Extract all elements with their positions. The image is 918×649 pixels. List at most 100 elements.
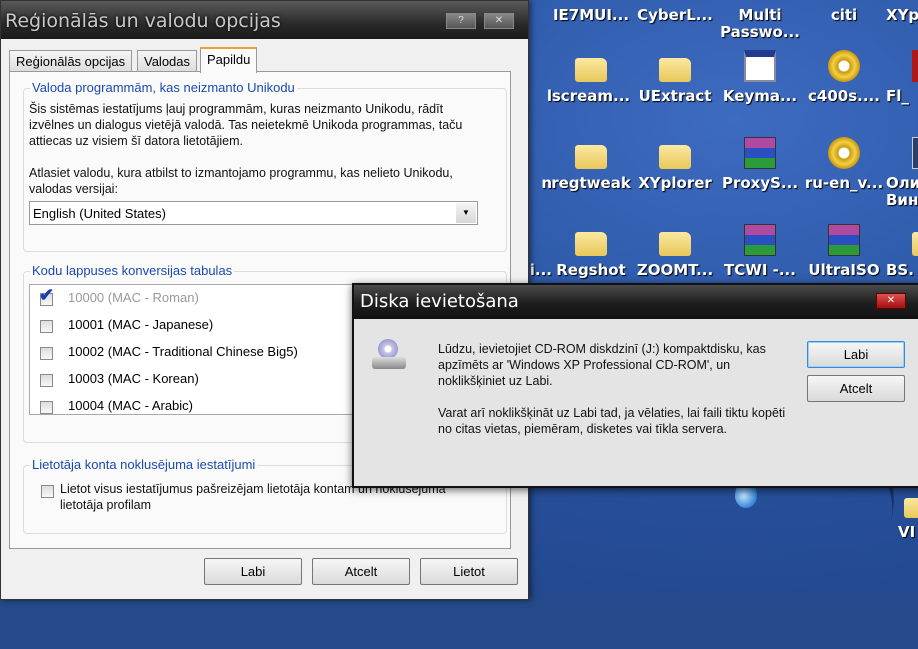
tab-advanced[interactable]: Papildu: [200, 47, 258, 73]
description-text: Šis sistēmas iestatījums ļauj programmām…: [29, 102, 463, 148]
list-item[interactable]: 10004 (MAC - Arabic): [30, 393, 350, 414]
cd-image-icon: [828, 137, 860, 169]
cancel-button[interactable]: Atcelt: [807, 375, 905, 402]
list-item[interactable]: 10001 (MAC - Japanese): [30, 312, 350, 339]
icon-label: XYp: [886, 6, 918, 24]
desktop-icon[interactable]: Multi Passwo...: [718, 7, 802, 41]
cancel-button[interactable]: Atcelt: [312, 558, 410, 585]
desktop-icon[interactable]: XYp: [886, 7, 918, 24]
folder-icon: [575, 58, 607, 82]
prompt-text: Atlasiet valodu, kura atbilst to izmanto…: [29, 166, 453, 196]
checkmark-icon: ✔: [39, 285, 55, 305]
cd-drive-icon: [372, 339, 406, 373]
desktop-icon[interactable]: BS.: [886, 224, 918, 279]
desktop-icon[interactable]: c400s....: [802, 50, 886, 105]
icon-label: BS.: [886, 261, 914, 279]
desktop-icon[interactable]: ZOOMT...: [633, 224, 717, 279]
checkbox[interactable]: [40, 347, 53, 360]
desktop-icon[interactable]: UltraISO: [802, 224, 886, 279]
item-label: 10003 (MAC - Korean): [68, 371, 199, 386]
message-text: Lūdzu, ievietojiet CD-ROM diskdzinī (J:)…: [438, 342, 766, 388]
icon-label: Regshot: [556, 261, 626, 279]
icon-label: citi: [830, 6, 858, 24]
close-button[interactable]: ✕: [484, 13, 514, 29]
tab-regional-options[interactable]: Reģionālās opcijas: [9, 50, 133, 72]
icon-label: XYplorer: [638, 174, 712, 192]
desktop-icon[interactable]: Оли Вин: [886, 137, 918, 209]
desktop-icon[interactable]: CyberL...: [633, 7, 717, 24]
desktop-icon[interactable]: regtweak: [549, 137, 633, 192]
app-icon: [912, 137, 918, 169]
list-item[interactable]: 10002 (MAC - Traditional Chinese Big5): [30, 339, 350, 366]
folder-icon: [575, 232, 607, 256]
icon-label: scream...: [551, 87, 631, 105]
chevron-down-icon[interactable]: ▼: [456, 203, 476, 223]
winrar-archive-icon: [828, 224, 860, 256]
desktop-icon[interactable]: XYplorer: [633, 137, 717, 192]
desktop-icon[interactable]: Regshot: [549, 224, 633, 279]
selected-language: English (United States): [33, 206, 166, 221]
desktop-icon[interactable]: Keyma...: [718, 50, 802, 105]
ok-button[interactable]: Labi: [204, 558, 302, 585]
icon-label: Fl_: [886, 87, 909, 105]
tab-languages[interactable]: Valodas: [137, 50, 198, 72]
icon-label: UExtract: [638, 87, 712, 105]
desktop-icon[interactable]: ProxyS...: [718, 137, 802, 192]
app-icon: [912, 50, 918, 82]
icon-label: ProxyS...: [721, 174, 799, 192]
apply-all-settings-checkbox[interactable]: [41, 485, 54, 498]
checkbox[interactable]: [40, 320, 53, 333]
list-item[interactable]: ✔ 10000 (MAC - Roman): [30, 285, 350, 312]
icon-label: UltraISO: [808, 261, 880, 279]
item-label: 10000 (MAC - Roman): [68, 290, 199, 305]
group-label: Lietotāja konta noklusējuma iestatījumi: [30, 457, 258, 472]
language-select[interactable]: English (United States) ▼: [29, 201, 478, 225]
folder-icon: [659, 232, 691, 256]
icon-label: Multi Passwo...: [720, 6, 800, 41]
folder-icon: [659, 58, 691, 82]
icon-label: CyberL...: [637, 6, 713, 24]
group-label: Kodu lappuses konversijas tabulas: [30, 263, 235, 278]
icon-label: regtweak: [551, 174, 631, 192]
item-label: 10002 (MAC - Traditional Chinese Big5): [68, 344, 298, 359]
item-label: 10004 (MAC - Arabic): [68, 398, 193, 413]
desktop-icon[interactable]: TCWI -...: [718, 224, 802, 279]
title-bar[interactable]: Diska ievietošana: [354, 285, 918, 319]
shortcut-folder-icon: [904, 498, 918, 518]
help-button[interactable]: ?: [446, 13, 476, 29]
desktop-icon[interactable]: VI: [898, 490, 918, 541]
group-label: Valoda programmām, kas neizmanto Unikodu: [30, 80, 297, 95]
title-bar[interactable]: Reģionālās un valodu opcijas ? ✕: [1, 1, 528, 39]
window-title: Reģionālās un valodu opcijas: [5, 10, 281, 32]
insert-disk-dialog: Diska ievietošana ✕ Lūdzu, ievietojiet C…: [352, 283, 918, 488]
desktop-icon[interactable]: citi: [802, 7, 886, 24]
icon-label: VI: [898, 523, 916, 541]
desktop-icon[interactable]: IE7MUI...: [549, 7, 633, 24]
ok-button[interactable]: Labi: [807, 341, 905, 368]
folder-icon: [912, 232, 918, 256]
icon-label: TCWI -...: [724, 261, 796, 279]
close-button[interactable]: ✕: [876, 293, 906, 309]
winrar-archive-icon: [744, 137, 776, 169]
dialog-title: Diska ievietošana: [360, 291, 519, 312]
desktop-icon[interactable]: Fl_: [886, 50, 918, 105]
icon-label: c400s....: [808, 87, 880, 105]
icon-label: Оли Вин: [886, 174, 918, 209]
desktop-icon[interactable]: scream...: [549, 50, 633, 105]
icon-label: ru-en_v...: [804, 174, 884, 192]
icon-label: IE7MUI...: [552, 6, 630, 24]
group-non-unicode: Valoda programmām, kas neizmanto Unikodu…: [23, 80, 507, 252]
icon-label: Keyma...: [722, 87, 798, 105]
list-item[interactable]: 10003 (MAC - Korean): [30, 366, 350, 393]
desktop-icon[interactable]: UExtract: [633, 50, 717, 105]
icon-label: ZOOMT...: [636, 261, 714, 279]
apply-button[interactable]: Lietot: [420, 558, 518, 585]
checkbox[interactable]: [40, 401, 53, 414]
desktop-icon[interactable]: ru-en_v...: [802, 137, 886, 192]
winrar-archive-icon: [744, 224, 776, 256]
checkbox[interactable]: [40, 374, 53, 387]
folder-icon: [659, 145, 691, 169]
item-label: 10001 (MAC - Japanese): [68, 317, 214, 332]
folder-icon: [575, 145, 607, 169]
message-text-secondary: Varat arī noklikšķināt uz Labi tad, ja v…: [438, 406, 786, 436]
